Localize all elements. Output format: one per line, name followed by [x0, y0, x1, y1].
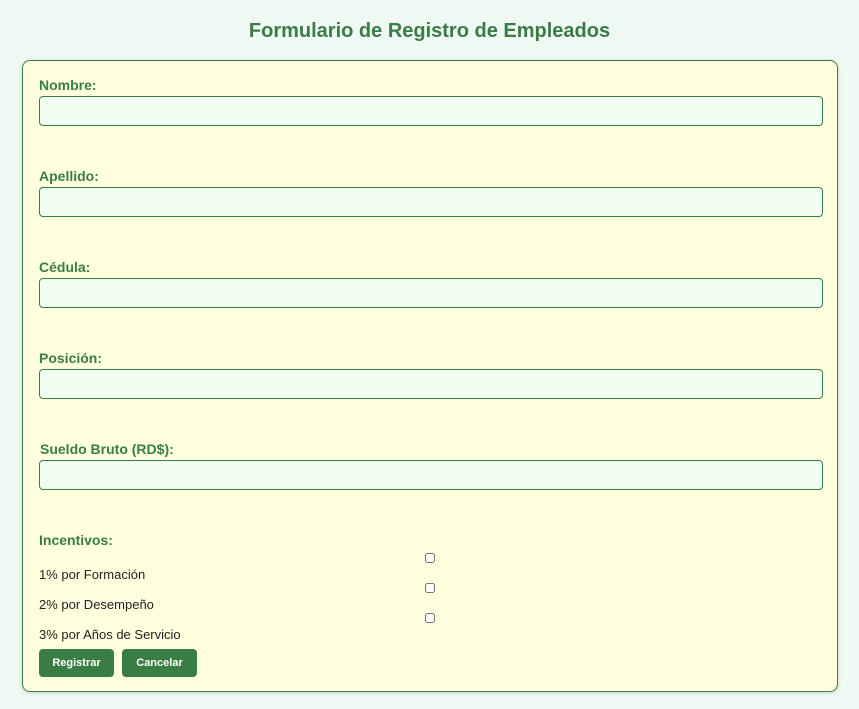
incentive-desempeno-checkbox[interactable] [425, 583, 435, 593]
posicion-label: Posición: [39, 350, 103, 366]
sueldo-bruto-input[interactable] [39, 460, 823, 490]
cancel-button[interactable]: Cancelar [122, 649, 197, 677]
register-button[interactable]: Registrar [39, 649, 114, 677]
apellido-label: Apellido: [39, 168, 99, 184]
nombre-label: Nombre: [39, 77, 97, 93]
cedula-label: Cédula: [39, 259, 91, 275]
posicion-input[interactable] [39, 369, 823, 399]
incentive-servicio-checkbox[interactable] [425, 613, 435, 623]
apellido-input[interactable] [39, 187, 823, 217]
employee-registration-form: Nombre: Apellido: Cédula: Posición: Suel… [22, 60, 838, 692]
page-title: Formulario de Registro de Empleados [248, 20, 611, 42]
incentive-formacion-label: 1% por Formación [39, 567, 146, 582]
sueldo-bruto-label: Sueldo Bruto (RD$): [40, 441, 174, 457]
incentive-formacion-checkbox[interactable] [425, 553, 435, 563]
cedula-input[interactable] [39, 278, 823, 308]
incentive-desempeno-label: 2% por Desempeño [39, 597, 154, 612]
nombre-input[interactable] [39, 96, 823, 126]
incentive-servicio-label: 3% por Años de Servicio [39, 627, 181, 642]
incentivos-label: Incentivos: [39, 532, 113, 548]
